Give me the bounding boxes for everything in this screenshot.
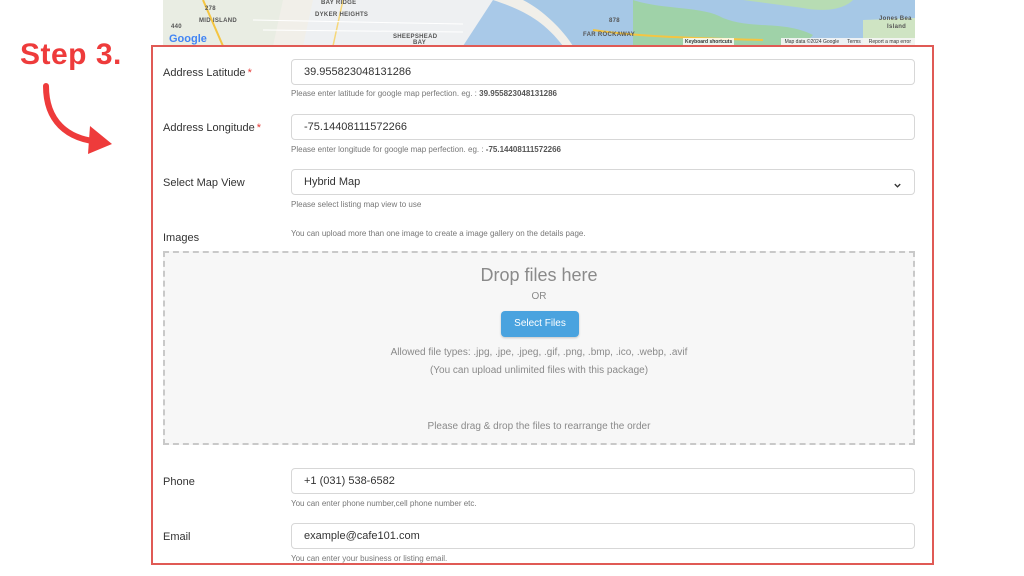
latitude-help: Please enter latitude for google map per… xyxy=(291,89,557,98)
drop-or: OR xyxy=(531,291,547,302)
map-label: BAY RIDGE xyxy=(321,0,357,6)
map-label: DYKER HEIGHTS xyxy=(315,12,369,18)
email-label: Email xyxy=(163,531,191,543)
map-label: FAR ROCKAWAY xyxy=(583,32,636,38)
email-help: You can enter your business or listing e… xyxy=(291,554,448,563)
listing-form: Address Latitude * 39.955823048131286 Ple… xyxy=(151,45,934,565)
longitude-input[interactable]: -75.14408111572266 xyxy=(291,114,915,140)
drag-hint: Please drag & drop the files to rearrang… xyxy=(427,421,651,432)
file-dropzone[interactable]: Drop files here OR Select Files Allowed … xyxy=(163,251,915,445)
phone-label: Phone xyxy=(163,476,195,488)
required-marker: * xyxy=(247,67,252,79)
longitude-help-text: Please enter longitude for google map pe… xyxy=(291,145,486,154)
chevron-down-icon xyxy=(893,176,902,200)
upload-limit: (You can upload unlimited files with thi… xyxy=(429,365,649,376)
latitude-input[interactable]: 39.955823048131286 xyxy=(291,59,915,85)
longitude-label: Address Longitude * xyxy=(163,122,261,134)
required-marker: * xyxy=(256,122,262,134)
map-preview[interactable]: BAY RIDGE DYKER HEIGHTS MID ISLAND SHEEP… xyxy=(163,0,915,46)
email-input[interactable]: example@cafe101.com xyxy=(291,523,915,549)
images-help: You can upload more than one image to cr… xyxy=(291,229,586,238)
google-logo[interactable]: Google xyxy=(169,33,207,45)
phone-input[interactable]: +1 (031) 538-6582 xyxy=(291,468,915,494)
longitude-help-example: -75.14408111572266 xyxy=(485,145,561,154)
latitude-label: Address Latitude * xyxy=(163,67,252,79)
map-view-select[interactable]: Hybrid Map xyxy=(291,169,915,195)
map-label: Jones Bea xyxy=(879,16,912,22)
allowed-types: Allowed file types: .jpg, .jpe, .jpeg, .… xyxy=(390,347,688,358)
images-label: Images xyxy=(163,232,200,244)
map-view-label: Select Map View xyxy=(163,177,245,189)
map-label: MID ISLAND xyxy=(199,18,237,24)
route-shield: 878 xyxy=(609,18,620,24)
longitude-label-text: Address Longitude xyxy=(163,122,255,134)
curved-arrow-icon xyxy=(43,83,112,154)
latitude-help-example: 39.955823048131286 xyxy=(479,89,557,98)
latitude-label-text: Address Latitude xyxy=(163,67,246,79)
select-files-button[interactable]: Select Files xyxy=(501,311,579,337)
map-view-selected: Hybrid Map xyxy=(304,176,361,188)
map-label: Island xyxy=(887,24,907,30)
drop-title: Drop files here xyxy=(480,265,598,285)
phone-help: You can enter phone number,cell phone nu… xyxy=(291,499,477,508)
route-shield: 440 xyxy=(171,24,182,30)
map-view-help: Please select listing map view to use xyxy=(291,200,422,209)
step-annotation: Step 3. xyxy=(20,38,122,71)
latitude-help-text: Please enter latitude for google map per… xyxy=(291,89,480,98)
longitude-help: Please enter longitude for google map pe… xyxy=(291,145,561,154)
route-shield: 278 xyxy=(205,6,216,12)
